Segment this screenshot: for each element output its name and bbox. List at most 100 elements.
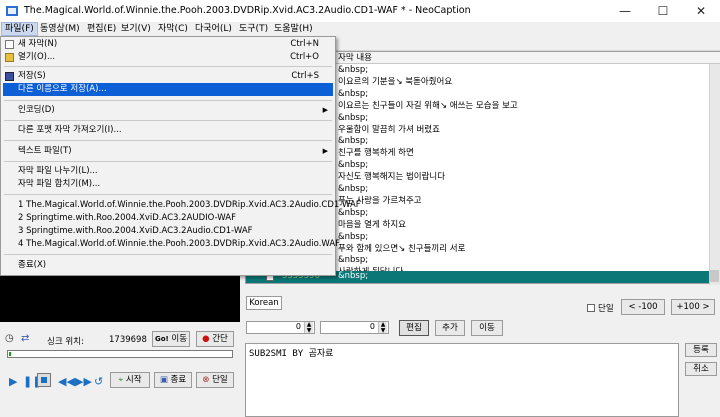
menu-item-recent-3[interactable]: 3 Springtime.with.Roo.2004.XviD.AC3.2Aud… [3,225,333,238]
play-icon[interactable]: ▶ [9,375,17,388]
subtitle-editor[interactable]: SUB2SMI BY 곰자료 [245,343,679,417]
fast-forward-icon[interactable]: ▶▶ [75,375,92,388]
rewind-icon[interactable]: ◀◀ [58,375,75,388]
edit-button[interactable]: 편집 [399,320,429,336]
menu-separator [4,120,332,121]
title-bar: The.Magical.World.of.Winnie.the.Pooh.200… [0,0,720,22]
end-button[interactable]: ▣ 종료 [154,372,192,388]
go-button-label: 이동 [171,334,188,344]
sync-tool-icon[interactable]: ⇄ [21,333,33,345]
menu-item-recent-4[interactable]: 4 The.Magical.World.of.Winnie.the.Pooh.2… [3,238,340,251]
menu-item-label: 다른 포맷 자막 가져오기(I)... [18,125,122,135]
menu-item-merge-files[interactable]: 자막 파일 합치기(M)... [3,178,333,191]
sync-progress-fill [9,352,11,356]
single-icon: ⊗ [202,375,210,385]
minus-100-button[interactable]: < -100 [621,299,665,315]
spinner-arrows-icon[interactable]: ▲ ▼ [304,322,313,333]
row-text: 푸와 함께 있으면↘ 친구들끼리 서로 [338,243,466,254]
menu-item-split-file[interactable]: 자막 파일 나누기(L)... [3,165,333,178]
end-icon: ▣ [159,375,168,385]
file-menu-dropdown: 새 자막(N) Ctrl+N 열기(O)... Ctrl+O 저장(S) Ctr… [0,36,361,276]
window-title: The.Magical.World.of.Winnie.the.Pooh.200… [24,5,471,16]
single-button[interactable]: ⊗ 단일 [196,372,234,388]
single-checkbox[interactable] [587,304,595,312]
stop-button[interactable] [37,373,51,387]
row-text: 우울함이 말끔히 가셔 버렸죠 [338,124,440,135]
row-text: 자신도 행복해지는 법이랍니다 [338,172,446,183]
menu-item-label: 새 자막(N) [18,39,58,49]
close-button[interactable]: ✕ [682,0,720,22]
spinner-arrows-icon[interactable]: ▲ ▼ [378,322,387,333]
menu-item-label: 2 Springtime.with.Roo.2004.XviD.AC3.2AUD… [18,213,236,223]
interval-button-label: 간단 [212,334,228,344]
menu-separator [4,194,332,195]
app-icon [6,6,18,16]
sync-progress-bar[interactable] [7,350,233,358]
start-button[interactable]: ⌖ 시작 [110,372,150,388]
editor-text[interactable]: SUB2SMI BY 곰자료 [249,346,333,359]
row-text: &nbsp; [338,65,369,75]
end-button-label: 종료 [170,375,187,385]
menu-item-encoding[interactable]: 인코딩(D) ▶ [3,104,333,117]
menu-item-recent-1[interactable]: 1 The.Magical.World.of.Winnie.the.Pooh.2… [3,199,361,212]
menu-edit[interactable]: 편집(E) [84,22,119,36]
row-text: &nbsp; [338,160,369,171]
sync-position-label: 싱크 위치: [47,337,84,347]
menu-multilang[interactable]: 다국어(L) [192,22,235,36]
menu-item-label: 자막 파일 합치기(M)... [18,179,101,189]
menu-item-new[interactable]: 새 자막(N) Ctrl+N [3,38,333,51]
menu-video[interactable]: 동영상(M) [37,22,83,36]
cancel-button[interactable]: 취소 [685,362,717,376]
loop-icon[interactable]: ↺ [94,375,103,388]
table-scrollbar[interactable] [709,64,720,285]
move-button[interactable]: 이동 [471,320,503,336]
spinner-value: 0 [295,322,301,331]
single-button-label: 단일 [212,375,228,385]
menu-item-import-other-format[interactable]: 다른 포맷 자막 가져오기(I)... [3,124,333,137]
start-button-label: 시작 [125,375,142,385]
save-disk-icon [5,72,14,81]
submenu-arrow-icon: ▶ [322,106,328,114]
menu-separator [4,66,332,67]
scrollbar-thumb[interactable] [710,270,719,282]
menu-view[interactable]: 보기(V) [118,22,154,36]
record-icon: ● [202,334,210,344]
open-folder-icon [5,52,14,62]
spinner-value: 0 [369,322,375,331]
plus-100-button[interactable]: +100 > [671,299,715,315]
go-button[interactable]: Go! 이동 [152,331,190,347]
add-button[interactable]: 추가 [435,320,465,336]
menu-item-label: 인코딩(D) [18,105,55,115]
column-header-content: 자막 내용 [338,53,372,63]
menu-item-save-as[interactable]: 다른 이름으로 저장(A)... [3,83,333,96]
menu-help[interactable]: 도움말(H) [271,22,316,36]
menu-item-text-file[interactable]: 텍스트 파일(T) ▶ [3,145,333,158]
menu-tools[interactable]: 도구(T) [236,22,271,36]
end-time-spinner[interactable]: 0 ▲ ▼ [320,321,389,334]
menu-item-label: 1 The.Magical.World.of.Winnie.the.Pooh.2… [18,200,361,210]
row-text: 마음을 열게 하지요 [338,219,406,230]
menu-item-open[interactable]: 열기(O)... Ctrl+O [3,51,333,64]
interval-button[interactable]: ● 간단 [196,331,234,347]
menu-caption[interactable]: 자막(C) [155,22,191,36]
stopwatch-icon[interactable]: ◷ [5,333,19,345]
tab-korean[interactable]: Korean [246,296,282,310]
menu-item-exit[interactable]: 종료(X) [3,259,333,272]
row-text: &nbsp; [338,112,369,123]
menu-item-save[interactable]: 저장(S) Ctrl+S [3,70,333,83]
video-panel[interactable] [0,274,240,322]
menu-item-label: 텍스트 파일(T) [18,146,72,156]
minimize-button[interactable]: — [606,0,644,22]
start-time-spinner[interactable]: 0 ▲ ▼ [246,321,315,334]
menu-shortcut: Ctrl+N [290,39,319,49]
menu-item-recent-2[interactable]: 2 Springtime.with.Roo.2004.XviD.AC3.2AUD… [3,212,333,225]
row-text: 이요르의 기분을↘ 북돋아줬어요 [338,76,453,87]
maximize-button[interactable]: ☐ [644,0,682,22]
menu-file[interactable]: 파일(F) [1,22,38,36]
row-text: &nbsp; [338,136,369,147]
register-button[interactable]: 등록 [685,343,717,357]
row-text: &nbsp; [338,255,369,266]
single-checkbox-label: 단일 [598,304,614,314]
row-text: &nbsp; [338,88,369,99]
menu-item-label: 4 The.Magical.World.of.Winnie.the.Pooh.2… [18,239,341,249]
